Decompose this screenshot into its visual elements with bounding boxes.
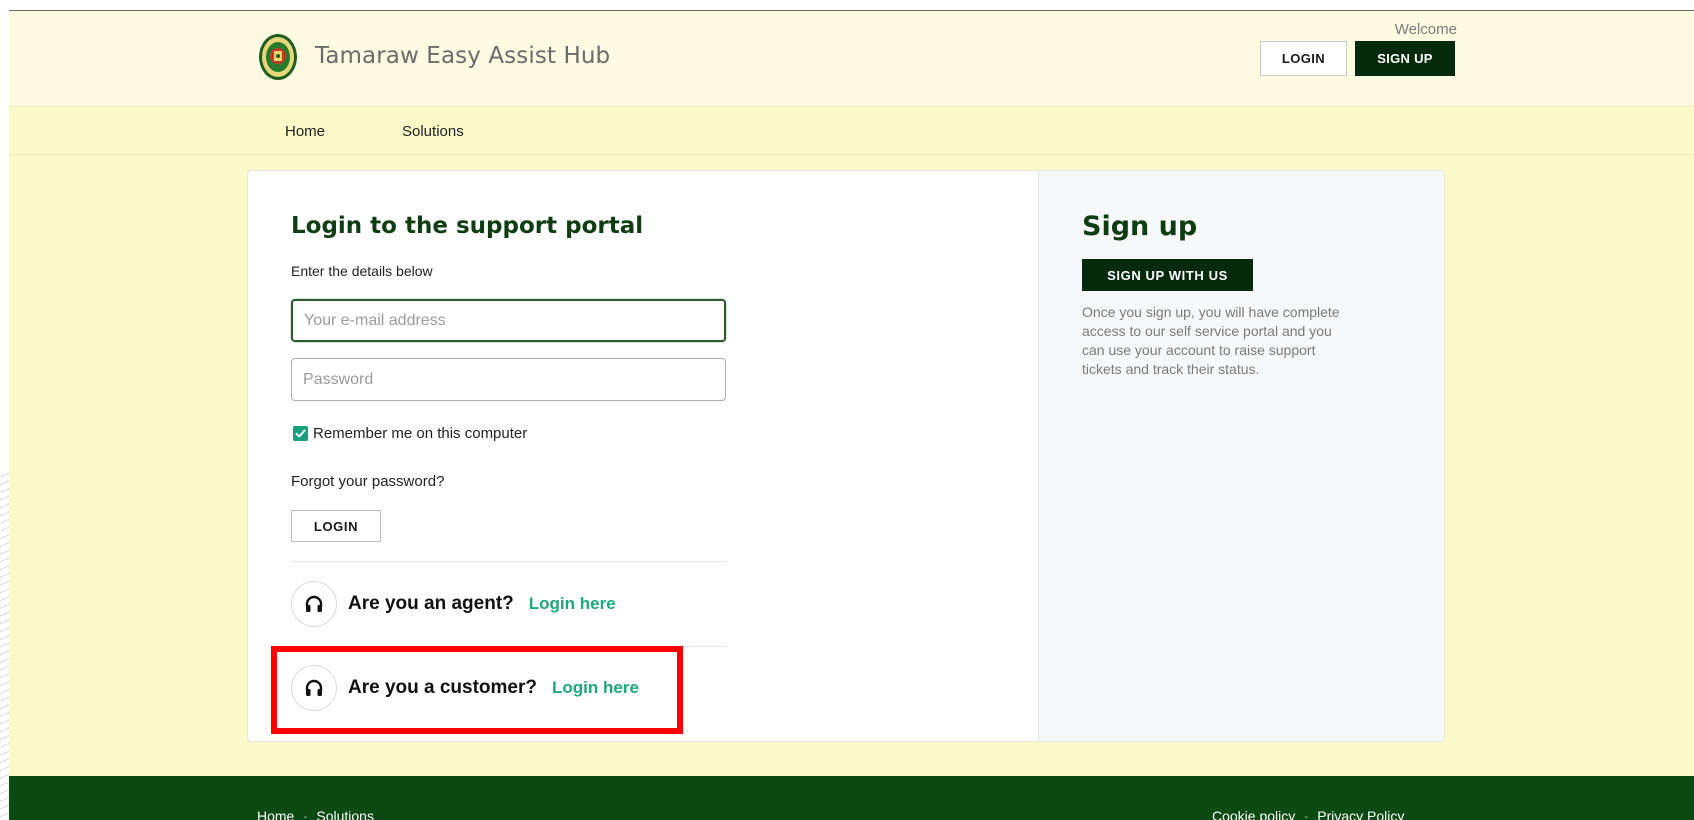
- seal-logo-icon[interactable]: [257, 32, 299, 82]
- login-card: Login to the support portal Enter the de…: [247, 170, 1445, 742]
- header-login-button[interactable]: LOGIN: [1260, 41, 1347, 76]
- checkmark-icon: [295, 429, 306, 438]
- agent-login-link[interactable]: Login here: [529, 594, 616, 614]
- login-title: Login to the support portal: [291, 213, 644, 239]
- welcome-text: Welcome: [1394, 21, 1457, 38]
- background-decoration: [0, 470, 9, 820]
- signup-panel: Sign up SIGN UP WITH US Once you sign up…: [1038, 171, 1444, 741]
- login-subtitle: Enter the details below: [291, 263, 433, 279]
- nav-item-home[interactable]: Home: [285, 123, 325, 140]
- remember-checkbox[interactable]: [293, 426, 308, 441]
- headset-icon: [291, 665, 337, 711]
- email-field[interactable]: [291, 299, 726, 342]
- footer-link-cookie-policy[interactable]: Cookie policy: [1212, 808, 1295, 820]
- customer-question: Are you a customer?: [348, 677, 537, 698]
- agent-login-row: Are you an agent? Login here: [291, 581, 616, 627]
- footer-separator: -: [1304, 809, 1309, 820]
- footer-separator: -: [303, 809, 308, 820]
- remember-me[interactable]: Remember me on this computer: [293, 425, 527, 442]
- agent-question: Are you an agent?: [348, 593, 514, 614]
- customer-login-link[interactable]: Login here: [552, 678, 639, 698]
- header-signup-button[interactable]: SIGN UP: [1355, 41, 1455, 76]
- forgot-password-link[interactable]: Forgot your password?: [291, 473, 444, 490]
- headset-icon: [291, 581, 337, 627]
- footer-link-solutions[interactable]: Solutions: [316, 808, 374, 820]
- login-button[interactable]: LOGIN: [291, 510, 381, 542]
- signup-title: Sign up: [1082, 211, 1198, 242]
- site-header: Tamaraw Easy Assist Hub Welcome LOGIN SI…: [9, 11, 1694, 107]
- footer-nav-left: Home - Solutions: [257, 808, 374, 820]
- main-nav: Home Solutions: [9, 108, 1694, 155]
- footer-link-privacy-policy[interactable]: Privacy Policy: [1317, 808, 1404, 820]
- site-footer: Home - Solutions Cookie policy - Privacy…: [9, 776, 1694, 820]
- remember-label: Remember me on this computer: [313, 425, 528, 442]
- footer-nav-right: Cookie policy - Privacy Policy: [1212, 808, 1404, 820]
- divider: [291, 646, 726, 647]
- footer-link-home[interactable]: Home: [257, 808, 294, 820]
- customer-login-row: Are you a customer? Login here: [291, 665, 639, 711]
- signup-description: Once you sign up, you will have complete…: [1082, 304, 1340, 377]
- password-field[interactable]: [291, 358, 726, 401]
- divider: [291, 561, 726, 562]
- brand-name[interactable]: Tamaraw Easy Assist Hub: [315, 43, 610, 69]
- nav-item-solutions[interactable]: Solutions: [402, 123, 464, 140]
- signup-with-us-button[interactable]: SIGN UP WITH US: [1082, 259, 1253, 291]
